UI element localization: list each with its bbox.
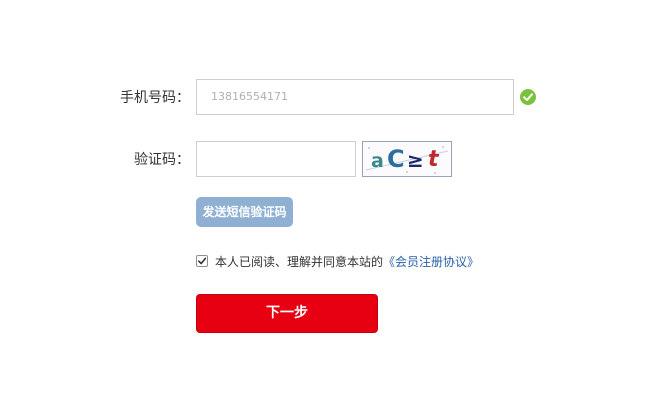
captcha-char-symbol: ≥ — [407, 148, 424, 172]
next-step-button[interactable]: 下一步 — [196, 294, 378, 333]
captcha-input[interactable] — [196, 141, 356, 177]
captcha-label: 验证码： — [134, 152, 190, 168]
check-circle-icon — [519, 88, 537, 106]
captcha-char-t: t — [428, 147, 439, 172]
agreement-text: 本人已阅读、理解并同意本站的 — [215, 254, 384, 269]
captcha-image[interactable]: a C ≥ t — [362, 141, 452, 177]
checkmark-icon — [198, 257, 207, 265]
agreement-link[interactable]: 《会员注册协议》 — [383, 253, 479, 270]
phone-input[interactable]: 13816554171 — [196, 79, 514, 115]
send-sms-code-button[interactable]: 发送短信验证码 — [196, 197, 293, 227]
registration-form: 手机号码： 13816554171 验证码： a C ≥ t 发送短信验证码 本… — [0, 0, 662, 398]
agreement-row: 本人已阅读、理解并同意本站的 《会员注册协议》 — [196, 253, 479, 269]
captcha-char-a: a — [371, 150, 384, 172]
captcha-char-c: C — [387, 145, 405, 173]
phone-label: 手机号码： — [120, 90, 190, 106]
agreement-checkbox[interactable] — [196, 255, 208, 267]
